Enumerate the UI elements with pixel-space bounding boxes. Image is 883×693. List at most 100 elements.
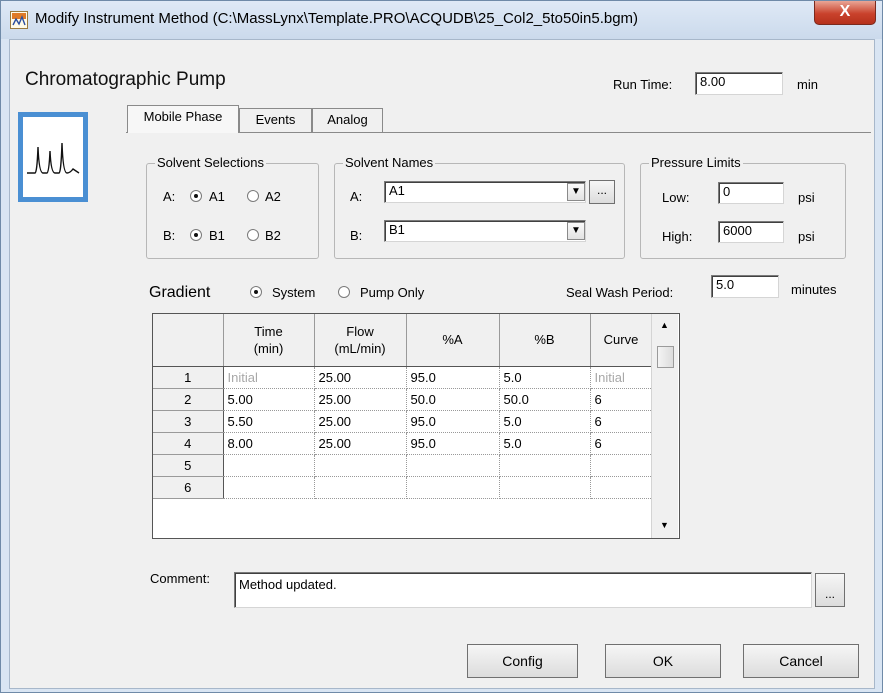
- cell-a[interactable]: 95.0: [406, 410, 500, 433]
- pressure-limits-title: Pressure Limits: [649, 155, 743, 170]
- cell-curve[interactable]: 6: [590, 410, 653, 433]
- gradient-label: Gradient: [149, 284, 211, 301]
- cell-time[interactable]: [223, 476, 315, 499]
- window-title: Modify Instrument Method (C:\MassLynx\Te…: [35, 10, 639, 27]
- row-number[interactable]: 4: [153, 432, 224, 455]
- cell-time[interactable]: 5.50: [223, 410, 315, 433]
- cell-b[interactable]: 50.0: [499, 388, 591, 411]
- solvent-selections-title: Solvent Selections: [155, 155, 266, 170]
- gradient-table[interactable]: Time (min) Flow (mL/min) %A %B Curve 1 Init…: [152, 313, 680, 539]
- radio-b2-label[interactable]: B2: [265, 228, 281, 243]
- cancel-button[interactable]: Cancel: [743, 644, 859, 678]
- cell-b[interactable]: 5.0: [499, 366, 591, 389]
- cell-flow[interactable]: 25.00: [314, 388, 407, 411]
- cell-b[interactable]: 5.0: [499, 432, 591, 455]
- row-number[interactable]: 6: [153, 476, 224, 499]
- instrument-method-icon: [10, 11, 28, 29]
- scroll-down-arrow-icon[interactable]: ▼: [660, 520, 669, 530]
- table-row[interactable]: 4 8.00 25.00 95.0 5.0 6: [153, 432, 653, 455]
- pressure-low-field[interactable]: 0: [718, 182, 784, 204]
- cell-curve[interactable]: Initial: [590, 366, 653, 389]
- table-row[interactable]: 1 Initial 25.00 95.0 5.0 Initial: [153, 366, 653, 389]
- close-button[interactable]: X: [814, 1, 876, 25]
- row-number[interactable]: 2: [153, 388, 224, 411]
- cell-a[interactable]: 95.0: [406, 366, 500, 389]
- cell-a[interactable]: 50.0: [406, 388, 500, 411]
- cell-flow[interactable]: [314, 476, 407, 499]
- cell-flow[interactable]: 25.00: [314, 432, 407, 455]
- radio-b2[interactable]: [247, 229, 259, 241]
- cell-a[interactable]: [406, 476, 500, 499]
- run-time-field[interactable]: 8.00: [695, 72, 783, 95]
- radio-b1-label[interactable]: B1: [209, 228, 225, 243]
- radio-gradient-system[interactable]: [250, 286, 262, 298]
- solvent-name-a-combo[interactable]: A1: [384, 181, 586, 203]
- cell-curve[interactable]: [590, 476, 653, 499]
- ok-button[interactable]: OK: [605, 644, 721, 678]
- run-time-unit: min: [797, 77, 818, 92]
- table-header-row: Time (min) Flow (mL/min) %A %B Curve: [153, 314, 653, 367]
- cell-time[interactable]: Initial: [223, 366, 315, 389]
- row-number[interactable]: 3: [153, 410, 224, 433]
- solvent-name-browse-button[interactable]: ...: [589, 180, 615, 204]
- solvent-name-a-label: A:: [350, 189, 363, 204]
- row-number[interactable]: 5: [153, 454, 224, 477]
- table-scrollbar[interactable]: ▲ ▼: [651, 314, 678, 538]
- pressure-high-unit: psi: [798, 229, 815, 244]
- chevron-down-icon[interactable]: ▼: [567, 183, 585, 201]
- cell-curve[interactable]: [590, 454, 653, 477]
- cell-curve[interactable]: 6: [590, 432, 653, 455]
- pressure-high-label: High:: [662, 229, 693, 244]
- seal-wash-field[interactable]: 5.0: [711, 275, 779, 298]
- tab-analog[interactable]: Analog: [312, 108, 383, 132]
- tab-mobile-phase[interactable]: Mobile Phase: [127, 105, 239, 133]
- cell-a[interactable]: [406, 454, 500, 477]
- cell-a[interactable]: 95.0: [406, 432, 500, 455]
- pressure-high-field[interactable]: 6000: [718, 221, 784, 243]
- chevron-down-icon[interactable]: ▼: [567, 222, 585, 240]
- table-row[interactable]: 6: [153, 476, 653, 499]
- solvent-name-b-combo[interactable]: B1: [384, 220, 586, 242]
- radio-a1[interactable]: [190, 190, 202, 202]
- table-row[interactable]: 3 5.50 25.00 95.0 5.0 6: [153, 410, 653, 433]
- comment-field[interactable]: Method updated.: [234, 572, 812, 608]
- pressure-low-unit: psi: [798, 190, 815, 205]
- title-bar[interactable]: Modify Instrument Method (C:\MassLynx\Te…: [1, 1, 882, 39]
- cell-b[interactable]: 5.0: [499, 410, 591, 433]
- column-header-flow[interactable]: Flow (mL/min): [314, 314, 407, 367]
- solvent-name-b-label: B:: [350, 228, 363, 243]
- column-header-row-number: [153, 314, 224, 367]
- cell-flow[interactable]: [314, 454, 407, 477]
- radio-a2[interactable]: [247, 190, 259, 202]
- column-header-a[interactable]: %A: [406, 314, 500, 367]
- radio-a1-label[interactable]: A1: [209, 189, 225, 204]
- scrollbar-thumb[interactable]: [657, 346, 674, 368]
- radio-gradient-system-label[interactable]: System: [272, 285, 315, 300]
- cell-time[interactable]: [223, 454, 315, 477]
- cell-flow[interactable]: 25.00: [314, 366, 407, 389]
- table-row[interactable]: 5: [153, 454, 653, 477]
- scroll-up-arrow-icon[interactable]: ▲: [660, 320, 669, 330]
- seal-wash-label: Seal Wash Period:: [566, 285, 674, 300]
- cell-b[interactable]: [499, 454, 591, 477]
- column-header-curve[interactable]: Curve: [590, 314, 653, 367]
- chromatogram-peaks-icon: [18, 112, 88, 202]
- run-time-label: Run Time:: [613, 77, 673, 92]
- cell-time[interactable]: 8.00: [223, 432, 315, 455]
- radio-a2-label[interactable]: A2: [265, 189, 281, 204]
- radio-gradient-pump-only-label[interactable]: Pump Only: [360, 285, 424, 300]
- config-button[interactable]: Config: [467, 644, 578, 678]
- cell-curve[interactable]: 6: [590, 388, 653, 411]
- row-number[interactable]: 1: [153, 366, 224, 389]
- column-header-time[interactable]: Time (min): [223, 314, 315, 367]
- table-row[interactable]: 2 5.00 25.00 50.0 50.0 6: [153, 388, 653, 411]
- tab-events[interactable]: Events: [239, 108, 312, 132]
- column-header-b[interactable]: %B: [499, 314, 591, 367]
- cell-time[interactable]: 5.00: [223, 388, 315, 411]
- pressure-low-label: Low:: [662, 190, 690, 205]
- cell-flow[interactable]: 25.00: [314, 410, 407, 433]
- radio-gradient-pump-only[interactable]: [338, 286, 350, 298]
- comment-browse-button[interactable]: ...: [815, 573, 845, 607]
- radio-b1[interactable]: [190, 229, 202, 241]
- cell-b[interactable]: [499, 476, 591, 499]
